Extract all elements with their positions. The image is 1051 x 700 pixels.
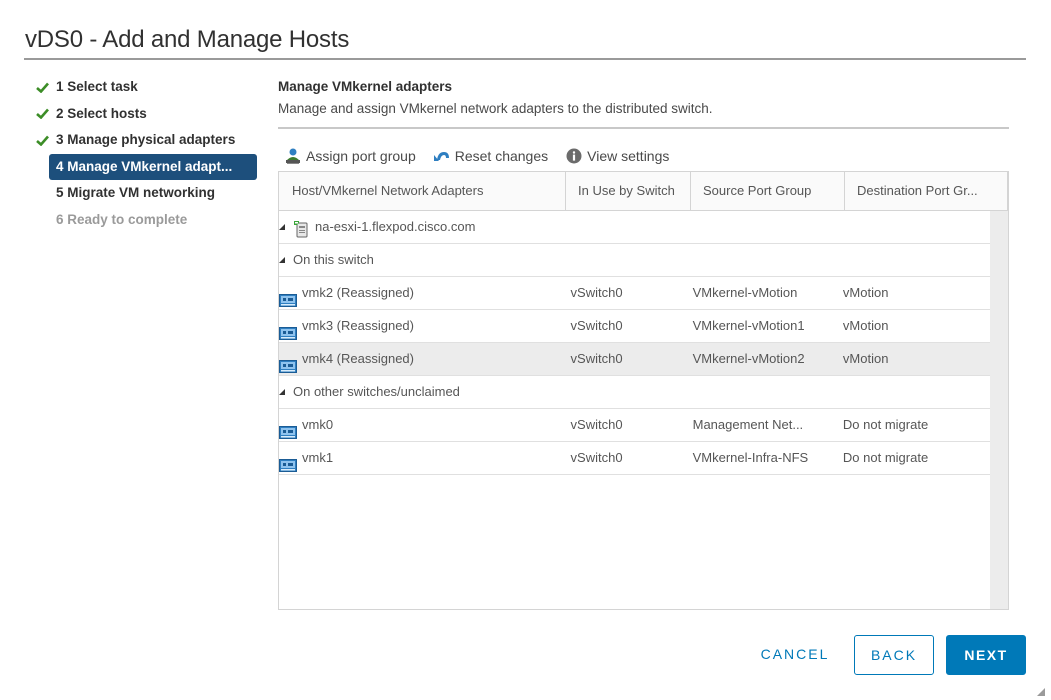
grid-body: na-esxi-1.flexpod.cisco.com On this swit… (279, 211, 990, 609)
group-row-other-switches[interactable]: On other switches/unclaimed (279, 376, 990, 409)
step-label: 6 Ready to complete (56, 211, 188, 227)
expand-caret-icon[interactable] (279, 257, 285, 263)
reset-changes-label: Reset changes (454, 148, 549, 164)
adapter-cell: vmk0 (279, 409, 559, 441)
host-icon (293, 218, 309, 238)
adapter-name: vmk2 (Reassigned) (302, 285, 414, 300)
step-ready-to-complete: 6 Ready to complete (30, 207, 260, 234)
in-use-by-switch-cell: vSwitch0 (570, 318, 623, 333)
group-label: On this switch (293, 252, 374, 267)
in-use-by-switch-cell: vSwitch0 (570, 285, 623, 300)
network-adapter-icon (279, 419, 297, 439)
source-port-group-cell: VMkernel-vMotion1 (692, 318, 805, 333)
view-settings-button[interactable]: View settings (565, 147, 669, 165)
host-row[interactable]: na-esxi-1.flexpod.cisco.com (279, 211, 990, 244)
source-port-group-cell: VMkernel-vMotion2 (692, 351, 805, 366)
step-migrate-vm-networking[interactable]: 5 Migrate VM networking (30, 180, 260, 207)
in-use-by-switch-cell: vSwitch0 (570, 450, 623, 465)
network-adapter-icon (279, 320, 297, 340)
step-select-hosts[interactable]: 2 Select hosts (30, 101, 260, 128)
source-port-group-cell: VMkernel-vMotion (692, 285, 798, 300)
expand-caret-icon[interactable] (279, 389, 285, 395)
wizard-steps: 1 Select task 2 Select hosts 3 Manage ph… (30, 74, 260, 233)
section-title: Manage VMkernel adapters (278, 79, 453, 94)
adapter-name: vmk3 (Reassigned) (302, 318, 414, 333)
resize-grip-icon[interactable] (1037, 688, 1045, 696)
grid-toolbar: Assign port group Reset changes View set… (284, 145, 686, 167)
checkmark-icon (34, 127, 50, 153)
grid-header: Host/VMkernel Network Adapters In Use by… (279, 172, 1008, 211)
assign-port-group-icon (284, 147, 302, 165)
checkmark-icon (34, 74, 50, 100)
step-label: 3 Manage physical adapters (56, 132, 236, 147)
step-manage-vmkernel-adapters[interactable]: 4 Manage VMkernel adapt... (49, 153, 257, 180)
next-button[interactable]: NEXT (946, 635, 1026, 675)
adapter-name: vmk1 (302, 450, 334, 465)
back-button[interactable]: BACK (854, 635, 934, 675)
source-port-group-cell: VMkernel-Infra-NFS (692, 450, 809, 465)
in-use-by-switch-cell: vSwitch0 (570, 417, 623, 432)
source-port-group-cell: Management Net... (692, 417, 804, 432)
assign-port-group-label: Assign port group (306, 148, 416, 164)
step-label: 1 Select task (56, 79, 138, 94)
column-header-adapters[interactable]: Host/VMkernel Network Adapters (279, 172, 566, 210)
grid-scrollbar[interactable] (990, 211, 1008, 609)
network-adapter-icon (279, 287, 297, 307)
in-use-by-switch-cell: vSwitch0 (570, 351, 623, 366)
adapter-name: vmk4 (Reassigned) (302, 351, 414, 366)
column-header-destination-port-group[interactable]: Destination Port Gr... (845, 172, 1008, 210)
info-icon (565, 147, 583, 165)
title-divider (24, 58, 1026, 60)
adapter-name: vmk0 (302, 417, 334, 432)
group-label: On other switches/unclaimed (293, 384, 460, 399)
vmkernel-adapters-grid: Host/VMkernel Network Adapters In Use by… (278, 171, 1009, 610)
adapter-cell: vmk1 (279, 442, 559, 474)
step-select-task[interactable]: 1 Select task (30, 74, 260, 101)
adapter-row[interactable]: vmk1 vSwitch0 VMkernel-Infra-NFS Do not mig… (279, 442, 990, 475)
adapter-cell: vmk2 (Reassigned) (279, 277, 559, 309)
step-label: 2 Select hosts (56, 105, 147, 121)
column-header-in-use-by-switch[interactable]: In Use by Switch (566, 172, 691, 210)
network-adapter-icon (279, 452, 297, 472)
cancel-button[interactable]: CANCEL (753, 635, 837, 675)
adapter-row[interactable]: vmk4 (Reassigned) vSwitch0 VMkernel-vMotio… (279, 343, 990, 376)
assign-port-group-button[interactable]: Assign port group (284, 147, 416, 165)
expand-caret-icon[interactable] (279, 224, 285, 230)
step-manage-physical-adapters[interactable]: 3 Manage physical adapters (30, 127, 260, 154)
network-adapter-icon (279, 353, 297, 373)
destination-port-group-cell: Do not migrate (842, 417, 929, 432)
adapter-cell: vmk4 (Reassigned) (279, 343, 559, 375)
destination-port-group-cell: vMotion (842, 285, 889, 300)
adapter-row[interactable]: vmk0 vSwitch0 Management Net... Do not migr… (279, 409, 990, 442)
reset-changes-button[interactable]: Reset changes (433, 147, 548, 165)
adapter-row[interactable]: vmk3 (Reassigned) vSwitch0 VMkernel-vMotio… (279, 310, 990, 343)
checkmark-icon (34, 101, 50, 127)
destination-port-group-cell: Do not migrate (842, 450, 929, 465)
host-name: na-esxi-1.flexpod.cisco.com (315, 219, 476, 234)
destination-port-group-cell: vMotion (842, 318, 889, 333)
section-description: Manage and assign VMkernel network adapt… (278, 101, 713, 116)
section-divider (278, 127, 1009, 129)
dialog-title: vDS0 - Add and Manage Hosts (25, 26, 350, 53)
adapter-row[interactable]: vmk2 (Reassigned) vSwitch0 VMkernel-vMotio… (279, 277, 990, 310)
destination-port-group-cell: vMotion (842, 351, 889, 366)
step-label: 4 Manage VMkernel adapt... (56, 158, 233, 174)
group-row-on-this-switch[interactable]: On this switch (279, 244, 990, 277)
undo-icon (433, 147, 451, 165)
column-header-source-port-group[interactable]: Source Port Group (691, 172, 845, 210)
main-panel: Manage VMkernel adapters Manage and assi… (278, 76, 1010, 129)
view-settings-label: View settings (587, 148, 670, 164)
adapter-cell: vmk3 (Reassigned) (279, 310, 559, 342)
step-label: 5 Migrate VM networking (56, 185, 216, 200)
